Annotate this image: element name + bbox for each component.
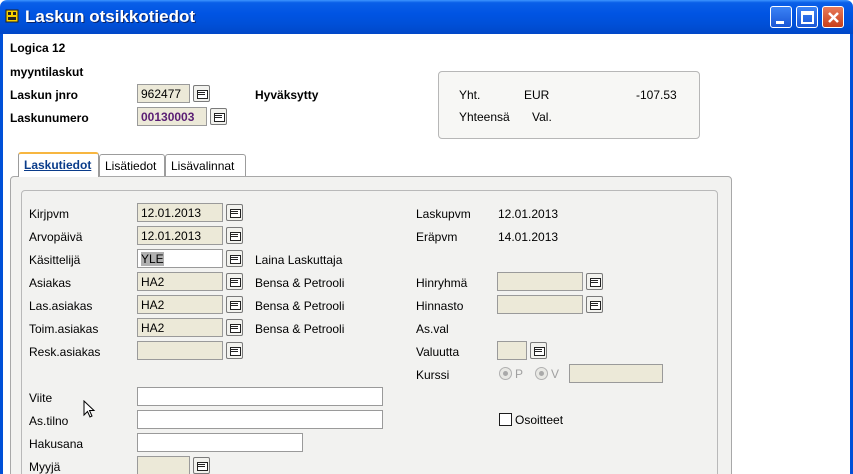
company-name: Logica 12	[10, 41, 66, 55]
as-tilno-label: As.tilno	[29, 414, 69, 428]
kurssi-p-radio[interactable]	[499, 367, 512, 380]
kurssi-label: Kurssi	[416, 368, 450, 382]
invoice-jnro-picker-icon[interactable]	[193, 85, 210, 102]
as-tilno-input[interactable]	[137, 410, 383, 429]
total-sum-label: Yhteensä	[459, 110, 510, 124]
invoice-number-label: Laskunumero	[10, 111, 89, 125]
resk-asiakas-field[interactable]	[137, 341, 223, 360]
hakusana-label: Hakusana	[29, 437, 84, 451]
val-label: Val.	[532, 110, 552, 124]
hakusana-input[interactable]	[137, 433, 303, 452]
tab-lisatiedot[interactable]: Lisätiedot	[99, 154, 165, 176]
window-title: Laskun otsikkotiedot	[25, 7, 196, 26]
title-bar[interactable]: Laskun otsikkotiedot	[0, 0, 853, 34]
invoice-number-picker-icon[interactable]	[210, 108, 227, 125]
close-button[interactable]	[822, 6, 844, 28]
resk-asiakas-picker-icon[interactable]	[226, 342, 243, 359]
maximize-button[interactable]	[796, 6, 818, 28]
hinryhma-label: Hinryhmä	[416, 276, 468, 290]
kurssi-field[interactable]	[569, 364, 663, 383]
as-val-label: As.val	[416, 322, 449, 336]
kasittelija-name: Laina Laskuttaja	[255, 253, 343, 267]
laskupvm-value: 12.01.2013	[498, 207, 559, 221]
hinnasto-label: Hinnasto	[416, 299, 464, 313]
hinnasto-picker-icon[interactable]	[586, 296, 603, 313]
myyja-label: Myyjä	[29, 460, 61, 474]
toim-asiakas-field[interactable]: HA2	[137, 318, 223, 337]
erapvm-label: Eräpvm	[416, 230, 458, 244]
arvopaiva-label: Arvopäivä	[29, 230, 83, 244]
invoice-jnro-label: Laskun jnro	[10, 88, 79, 102]
invoice-jnro-field[interactable]: 962477	[137, 84, 190, 103]
ledger-name: myyntilaskut	[10, 65, 84, 79]
summary-box	[438, 71, 700, 139]
currency-label: EUR	[524, 88, 550, 102]
hinnasto-field[interactable]	[497, 295, 583, 314]
status-text: Hyväksytty	[255, 88, 319, 102]
arvopaiva-field[interactable]: 12.01.2013	[137, 226, 223, 245]
las-asiakas-field[interactable]: HA2	[137, 295, 223, 314]
las-asiakas-picker-icon[interactable]	[226, 296, 243, 313]
asiakas-picker-icon[interactable]	[226, 273, 243, 290]
tab-lisavalinnat[interactable]: Lisävalinnat	[165, 154, 246, 176]
total-value: -107.53	[636, 88, 677, 102]
resk-asiakas-label: Resk.asiakas	[29, 345, 101, 359]
valuutta-label: Valuutta	[416, 345, 460, 359]
valuutta-picker-icon[interactable]	[530, 342, 547, 359]
kasittelija-label: Käsittelijä	[29, 253, 81, 267]
kurssi-v-radio[interactable]	[535, 367, 548, 380]
close-icon	[828, 12, 839, 23]
asiakas-field[interactable]: HA2	[137, 272, 223, 291]
maximize-icon	[801, 11, 814, 24]
mouse-cursor-icon	[83, 400, 96, 418]
toim-asiakas-picker-icon[interactable]	[226, 319, 243, 336]
tab-laskutiedot[interactable]: Laskutiedot	[18, 152, 99, 177]
form-group	[21, 190, 718, 474]
minimize-icon	[776, 21, 784, 24]
myyja-field[interactable]	[137, 456, 190, 474]
las-asiakas-label: Las.asiakas	[29, 299, 93, 313]
kirjpvm-field[interactable]: 12.01.2013	[137, 203, 223, 222]
kasittelija-field[interactable]: YLE	[137, 249, 223, 268]
kurssi-p-label: P	[515, 367, 524, 381]
las-asiakas-name: Bensa & Petrooli	[255, 299, 345, 313]
arvopaiva-calendar-icon[interactable]	[226, 227, 243, 244]
viite-label: Viite	[29, 391, 53, 405]
kirjpvm-calendar-icon[interactable]	[226, 204, 243, 221]
kasittelija-value: YLE	[141, 252, 164, 266]
toim-asiakas-name: Bensa & Petrooli	[255, 322, 345, 336]
hinryhma-picker-icon[interactable]	[586, 273, 603, 290]
toim-asiakas-label: Toim.asiakas	[29, 322, 99, 336]
minimize-button[interactable]	[770, 6, 792, 28]
invoice-number-field[interactable]: 00130003	[137, 107, 207, 126]
viite-input[interactable]	[137, 387, 383, 406]
kirjpvm-label: Kirjpvm	[29, 207, 70, 221]
myyja-picker-icon[interactable]	[193, 457, 210, 474]
asiakas-name: Bensa & Petrooli	[255, 276, 345, 290]
valuutta-field[interactable]	[497, 341, 527, 360]
laskupvm-label: Laskupvm	[416, 207, 471, 221]
erapvm-value: 14.01.2013	[498, 230, 559, 244]
hinryhma-field[interactable]	[497, 272, 583, 291]
app-icon	[5, 9, 19, 23]
asiakas-label: Asiakas	[29, 276, 72, 290]
osoitteet-label: Osoitteet	[515, 413, 564, 427]
osoitteet-checkbox[interactable]	[499, 413, 512, 426]
kurssi-v-label: V	[551, 367, 560, 381]
kasittelija-picker-icon[interactable]	[226, 250, 243, 267]
total-label: Yht.	[459, 88, 481, 102]
